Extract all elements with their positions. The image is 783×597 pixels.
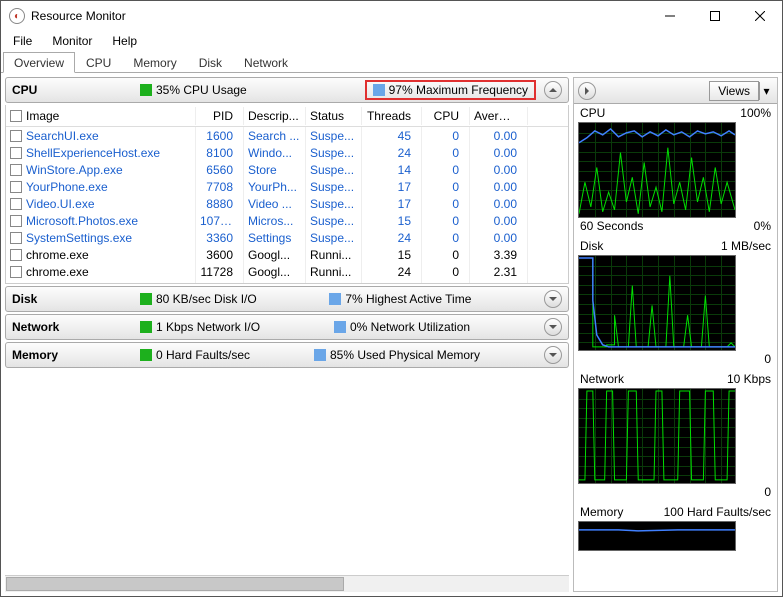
memory-section-header[interactable]: Memory 0 Hard Faults/sec 85% Used Physic… xyxy=(5,342,569,368)
table-row[interactable]: chrome.exe3600Googl...Runni...1503.39 xyxy=(6,246,568,263)
right-pane-header: Views ▾ xyxy=(574,78,777,104)
col-description[interactable]: Descrip... xyxy=(244,107,306,125)
views-button[interactable]: Views xyxy=(709,81,759,101)
menu-monitor[interactable]: Monitor xyxy=(44,32,100,50)
grid-body[interactable]: SearchUI.exe1600Search ...Suspe...4500.0… xyxy=(6,127,568,283)
row-checkbox[interactable] xyxy=(10,266,22,278)
memory-section-title: Memory xyxy=(12,348,132,362)
row-checkbox[interactable] xyxy=(10,283,22,284)
memory-chart-block: Memory100 Hard Faults/sec xyxy=(578,505,773,551)
menu-help[interactable]: Help xyxy=(104,32,145,50)
table-row[interactable]: WinStore.App.exe6560StoreSuspe...1400.00 xyxy=(6,161,568,178)
col-image[interactable]: Image xyxy=(6,107,196,125)
app-icon: ◐ xyxy=(9,8,25,24)
tab-memory[interactable]: Memory xyxy=(122,52,187,73)
cpu-section-title: CPU xyxy=(12,83,132,97)
tab-network[interactable]: Network xyxy=(233,52,299,73)
table-row[interactable]: Microsoft.Photos.exe10732Micros...Suspe.… xyxy=(6,212,568,229)
square-blue-icon xyxy=(373,84,385,96)
disk-section-title: Disk xyxy=(12,292,132,306)
close-button[interactable] xyxy=(737,2,782,30)
row-checkbox[interactable] xyxy=(10,249,22,261)
expand-memory-button[interactable] xyxy=(544,346,562,364)
disk-section-header[interactable]: Disk 80 KB/sec Disk I/O 7% Highest Activ… xyxy=(5,286,569,312)
cpu-frequency-highlight: 97% Maximum Frequency xyxy=(365,80,536,100)
content-area: CPU 35% CPU Usage 97% Maximum Frequency … xyxy=(1,73,782,596)
cpu-section-header[interactable]: CPU 35% CPU Usage 97% Maximum Frequency xyxy=(5,77,569,103)
row-checkbox[interactable] xyxy=(10,232,22,244)
cpu-chart-block: CPU100% 60 Seconds0% xyxy=(578,106,773,233)
right-pane: Views ▾ CPU100% 60 Seconds0% xyxy=(573,77,778,592)
views-dropdown-icon[interactable]: ▾ xyxy=(759,82,773,100)
tab-overview[interactable]: Overview xyxy=(3,52,75,73)
network-section-title: Network xyxy=(12,320,132,334)
square-green-icon xyxy=(140,293,152,305)
minimize-button[interactable] xyxy=(647,2,692,30)
table-row[interactable]: Video.UI.exe8880Video ...Suspe...1700.00 xyxy=(6,195,568,212)
grid-header: Image PID Descrip... Status Threads CPU … xyxy=(6,105,568,127)
network-chart-block: Network10 Kbps 0 xyxy=(578,372,773,499)
resource-monitor-window: ◐ Resource Monitor File Monitor Help Ove… xyxy=(0,0,783,597)
disk-chart-block: Disk1 MB/sec 0 xyxy=(578,239,773,366)
titlebar: ◐ Resource Monitor xyxy=(1,1,782,31)
memory-chart xyxy=(578,521,736,551)
square-blue-icon xyxy=(334,321,346,333)
tabbar: Overview CPU Memory Disk Network xyxy=(1,51,782,73)
square-green-icon xyxy=(140,349,152,361)
table-row[interactable]: ShellExperienceHost.exe8100Windo...Suspe… xyxy=(6,144,568,161)
square-green-icon xyxy=(140,84,152,96)
col-status[interactable]: Status xyxy=(306,107,362,125)
table-row[interactable]: perfmon.exe2524Resou...Runni...1722.00 xyxy=(6,280,568,283)
col-threads[interactable]: Threads xyxy=(362,107,422,125)
col-pid[interactable]: PID xyxy=(196,107,244,125)
maximize-button[interactable] xyxy=(692,2,737,30)
menubar: File Monitor Help xyxy=(1,31,782,51)
process-grid: Image PID Descrip... Status Threads CPU … xyxy=(5,105,569,284)
row-checkbox[interactable] xyxy=(10,147,22,159)
cpu-chart xyxy=(578,122,736,218)
row-checkbox[interactable] xyxy=(10,164,22,176)
table-row[interactable]: SystemSettings.exe3360SettingsSuspe...24… xyxy=(6,229,568,246)
table-row[interactable]: YourPhone.exe7708YourPh...Suspe...1700.0… xyxy=(6,178,568,195)
expand-disk-button[interactable] xyxy=(544,290,562,308)
tab-cpu[interactable]: CPU xyxy=(75,52,122,73)
row-checkbox[interactable] xyxy=(10,198,22,210)
square-blue-icon xyxy=(314,349,326,361)
menu-file[interactable]: File xyxy=(5,32,40,50)
row-checkbox[interactable] xyxy=(10,181,22,193)
charts-panel[interactable]: CPU100% 60 Seconds0% Disk1 MB/sec xyxy=(574,104,777,591)
col-cpu[interactable]: CPU xyxy=(422,107,470,125)
table-row[interactable]: chrome.exe11728Googl...Runni...2402.31 xyxy=(6,263,568,280)
left-pane: CPU 35% CPU Usage 97% Maximum Frequency … xyxy=(5,77,569,592)
row-checkbox[interactable] xyxy=(10,130,22,142)
collapse-panel-button[interactable] xyxy=(578,82,596,100)
square-green-icon xyxy=(140,321,152,333)
collapse-cpu-button[interactable] xyxy=(544,81,562,99)
select-all-checkbox[interactable] xyxy=(10,110,22,122)
disk-chart xyxy=(578,255,736,351)
row-checkbox[interactable] xyxy=(10,215,22,227)
horizontal-scrollbar[interactable] xyxy=(5,575,569,592)
window-controls xyxy=(647,2,782,30)
network-chart xyxy=(578,388,736,484)
expand-network-button[interactable] xyxy=(544,318,562,336)
col-average[interactable]: Averag... xyxy=(470,107,528,125)
tab-disk[interactable]: Disk xyxy=(188,52,233,73)
cpu-usage-stat: 35% CPU Usage xyxy=(140,83,247,97)
window-title: Resource Monitor xyxy=(31,9,647,23)
table-row[interactable]: SearchUI.exe1600Search ...Suspe...4500.0… xyxy=(6,127,568,144)
network-section-header[interactable]: Network 1 Kbps Network I/O 0% Network Ut… xyxy=(5,314,569,340)
square-blue-icon xyxy=(329,293,341,305)
